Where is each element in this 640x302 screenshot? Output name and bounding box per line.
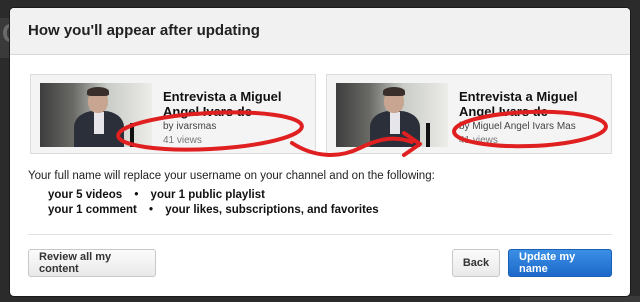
video-thumbnail xyxy=(336,83,448,147)
bullet: • xyxy=(149,204,154,216)
update-name-button[interactable]: Update my name xyxy=(508,249,612,277)
video-author: by Miguel Angel Ivars Mas xyxy=(459,121,576,132)
back-button[interactable]: Back xyxy=(452,249,500,277)
video-title: Entrevista a Miguel Angel Ivars de xyxy=(163,89,282,119)
video-author: by ivarsmas xyxy=(163,121,217,132)
list-item: your 5 videos • your 1 public playlist xyxy=(48,188,379,203)
video-views: 41 views xyxy=(459,135,498,146)
preview-card-before: Entrevista a Miguel Angel Ivars de by iv… xyxy=(30,74,316,154)
affected-item: your 1 public playlist xyxy=(150,189,265,201)
affected-item: your 5 videos xyxy=(48,189,123,201)
bullet: • xyxy=(134,189,139,201)
affected-items-list: your 5 videos • your 1 public playlist y… xyxy=(48,188,379,218)
video-views: 41 views xyxy=(163,135,202,146)
list-item: your 1 comment • your likes, subscriptio… xyxy=(48,203,379,218)
video-title: Entrevista a Miguel Angel Ivars de xyxy=(459,89,578,119)
dialog-header: How you'll appear after updating xyxy=(10,8,630,55)
explanation-text: Your full name will replace your usernam… xyxy=(28,170,435,182)
affected-item: your 1 comment xyxy=(48,204,137,216)
affected-item: your likes, subscriptions, and favorites xyxy=(165,204,379,216)
divider xyxy=(28,234,612,235)
update-name-dialog: How you'll appear after updating Entrevi… xyxy=(10,8,630,296)
background-fragment-bottom xyxy=(520,296,640,302)
video-thumbnail xyxy=(40,83,152,147)
dialog-title: How you'll appear after updating xyxy=(28,22,260,39)
review-content-button[interactable]: Review all my content xyxy=(28,249,156,277)
preview-card-after: Entrevista a Miguel Angel Ivars de by Mi… xyxy=(326,74,612,154)
